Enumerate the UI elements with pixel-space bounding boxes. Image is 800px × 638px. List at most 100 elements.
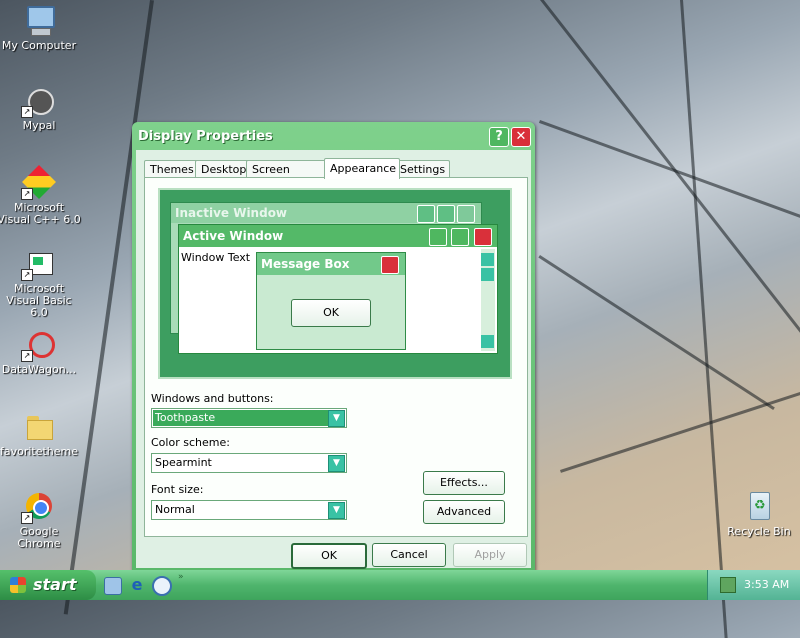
windows-and-buttons-select[interactable]: Toothpaste ▼: [151, 408, 347, 428]
desktop-icon-label: Mypal: [22, 119, 56, 132]
effects-button[interactable]: Effects...: [423, 471, 505, 495]
color-scheme-select[interactable]: Spearmint ▼: [151, 453, 347, 473]
media-player-icon[interactable]: [152, 576, 172, 596]
recycle-bin-icon: ♻: [743, 490, 775, 522]
desktop-icon-mypal[interactable]: ↗ Mypal: [0, 84, 81, 132]
display-properties-window: Display Properties ? ✕ Themes Desktop Sc…: [132, 122, 535, 572]
start-label: start: [33, 575, 77, 594]
cancel-label: Cancel: [390, 548, 428, 561]
start-button[interactable]: start: [0, 570, 96, 600]
inactive-window-title: Inactive Window: [175, 206, 288, 220]
desktop-icon-visual-cpp[interactable]: ↗ Microsoft Visual C++ 6.0: [0, 165, 81, 226]
preview-message-titlebar: Message Box: [257, 253, 405, 275]
scroll-up-icon: [481, 253, 494, 266]
apply-label: Apply: [474, 548, 506, 561]
clock[interactable]: 3:53 AM: [744, 578, 789, 591]
font-size-select[interactable]: Normal ▼: [151, 500, 347, 520]
tab-appearance[interactable]: Appearance: [324, 158, 400, 179]
maximize-icon: [437, 205, 455, 223]
windows-and-buttons-value: Toothpaste: [155, 411, 216, 424]
desktop-icon-my-computer[interactable]: My Computer: [0, 4, 81, 52]
preview-ok-label: OK: [323, 306, 339, 319]
desktop-icon-label: Microsoft Visual C++ 6.0: [0, 201, 81, 226]
window-text-sample: Window Text: [181, 251, 251, 264]
desktop-icon-label: favoritetheme: [0, 445, 79, 458]
desktop-icon-datawagon[interactable]: ↗ DataWagon...: [0, 328, 81, 376]
preview-active-titlebar: Active Window: [179, 225, 497, 247]
effects-label: Effects...: [440, 476, 488, 489]
close-icon: [474, 228, 492, 246]
chevron-down-icon[interactable]: ▼: [328, 502, 345, 519]
background-line: [538, 255, 775, 411]
desktop-icon-label: Google Chrome: [17, 525, 61, 550]
preview-message-box: Message Box OK: [256, 252, 406, 350]
tab-settings[interactable]: Settings: [394, 160, 450, 178]
tab-label: Themes: [150, 163, 194, 176]
chrome-icon: ↗: [21, 490, 55, 524]
windows-and-buttons-label: Windows and buttons:: [151, 392, 274, 405]
folder-icon: [23, 410, 55, 442]
desktop-icon-label: Microsoft Visual Basic 6.0: [6, 282, 72, 319]
visual-cpp-icon: ↗: [21, 165, 56, 200]
scroll-thumb: [481, 268, 494, 281]
computer-icon: [23, 4, 55, 36]
advanced-label: Advanced: [436, 505, 492, 518]
maximize-icon: [451, 228, 469, 246]
taskbar: start e » 3:53 AM: [0, 570, 800, 600]
desktop-icon-visual-basic[interactable]: ↗ Microsoft Visual Basic 6.0: [0, 247, 81, 319]
apply-button[interactable]: Apply: [453, 543, 527, 567]
window-title: Display Properties: [138, 129, 273, 144]
chevron-down-icon[interactable]: ▼: [328, 410, 345, 427]
internet-explorer-icon[interactable]: e: [128, 576, 146, 594]
desktop-icon-label: Recycle Bin: [727, 525, 791, 538]
datawagon-icon: ↗: [21, 328, 55, 362]
background-line: [680, 0, 728, 638]
dialog-body: Themes Desktop Screen Saver Appearance S…: [136, 150, 531, 569]
close-icon: ✕: [515, 129, 527, 144]
desktop-icon-recycle-bin[interactable]: ♻ Recycle Bin: [717, 490, 800, 538]
preview-scrollbar: [481, 249, 495, 351]
chevron-down-icon[interactable]: ▼: [328, 455, 345, 472]
title-bar[interactable]: Display Properties ? ✕: [132, 122, 535, 150]
active-window-title: Active Window: [183, 229, 284, 243]
font-size-label: Font size:: [151, 483, 204, 496]
help-button[interactable]: ?: [489, 127, 509, 147]
ok-button[interactable]: OK: [291, 543, 367, 569]
close-button[interactable]: ✕: [511, 127, 531, 147]
show-desktop-icon[interactable]: [104, 577, 122, 595]
preview-inactive-titlebar: Inactive Window: [171, 203, 481, 223]
font-size-value: Normal: [155, 503, 195, 516]
help-icon: ?: [495, 129, 503, 144]
desktop-icon-favoritetheme[interactable]: favoritetheme: [0, 410, 81, 458]
scroll-down-icon: [481, 335, 494, 348]
message-box-title: Message Box: [261, 257, 350, 271]
appearance-preview: Inactive Window Active Window Window Tex: [158, 188, 512, 379]
close-icon: [457, 205, 475, 223]
appearance-panel: Inactive Window Active Window Window Tex: [144, 177, 528, 537]
tab-themes[interactable]: Themes: [144, 160, 198, 178]
tab-label: Settings: [400, 163, 446, 176]
tray-network-icon[interactable]: [720, 577, 736, 593]
ok-label: OK: [321, 549, 337, 562]
preview-ok-button: OK: [291, 299, 371, 327]
minimize-icon: [417, 205, 435, 223]
advanced-button[interactable]: Advanced: [423, 500, 505, 524]
windows-logo-icon: [10, 577, 26, 593]
close-icon: [381, 256, 399, 274]
color-scheme-value: Spearmint: [155, 456, 212, 469]
mypal-icon: ↗: [21, 84, 55, 118]
tab-screen-saver[interactable]: Screen Saver: [246, 160, 330, 193]
color-scheme-label: Color scheme:: [151, 436, 230, 449]
tab-label: Appearance: [330, 162, 397, 175]
tab-label: Desktop: [201, 163, 247, 176]
system-tray: 3:53 AM: [707, 570, 800, 600]
minimize-icon: [429, 228, 447, 246]
visual-basic-icon: ↗: [21, 247, 55, 281]
desktop-icon-google-chrome[interactable]: ↗ Google Chrome: [0, 490, 81, 550]
tab-desktop[interactable]: Desktop: [195, 160, 249, 178]
quick-launch-more-icon[interactable]: »: [178, 572, 184, 582]
desktop-icon-label: DataWagon...: [1, 363, 77, 376]
desktop-icon-label: My Computer: [1, 39, 77, 52]
background-line: [538, 120, 800, 219]
cancel-button[interactable]: Cancel: [372, 543, 446, 567]
